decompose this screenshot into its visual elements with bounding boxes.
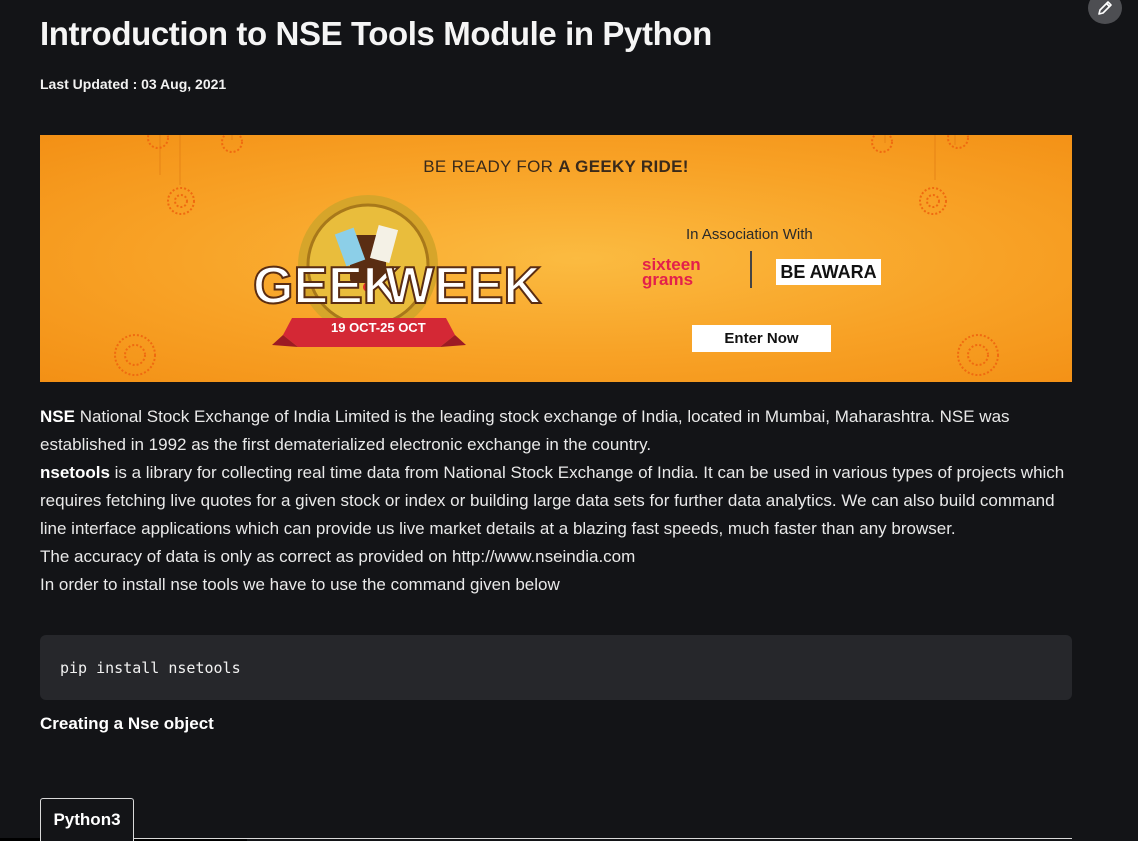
pencil-icon <box>1098 1 1112 15</box>
tab-bar-border <box>134 838 1072 839</box>
nsetools-text: is a library for collecting real time da… <box>40 463 1065 538</box>
paragraph-nse: NSE National Stock Exchange of India Lim… <box>40 403 1080 459</box>
partner-divider <box>750 251 752 288</box>
svg-text:WEEK: WEEK <box>385 257 541 315</box>
paragraph-accuracy: The accuracy of data is only as correct … <box>40 547 636 566</box>
nse-bold: NSE <box>40 407 75 426</box>
svg-text:GEEK: GEEK <box>253 257 401 315</box>
banner-headline: BE READY FOR A GEEKY RIDE! <box>40 157 1072 177</box>
install-code-block[interactable]: pip install nsetools <box>40 635 1072 700</box>
edit-button[interactable] <box>1088 0 1122 24</box>
page-title: Introduction to NSE Tools Module in Pyth… <box>40 15 712 52</box>
section-subheading: Creating a Nse object <box>40 714 214 733</box>
banner-headline-bold: A GEEKY RIDE! <box>558 157 689 176</box>
paragraph-install: In order to install nse tools we have to… <box>40 575 560 594</box>
article-body: NSE National Stock Exchange of India Lim… <box>40 403 1080 599</box>
paragraph-nsetools: nsetools is a library for collecting rea… <box>40 459 1080 543</box>
enter-now-button[interactable]: Enter Now <box>692 325 831 352</box>
be-awara-logo: BE AWARA <box>776 259 881 285</box>
sixteen-grams-logo: sixteen grams <box>642 256 701 289</box>
last-updated: Last Updated : 03 Aug, 2021 <box>40 76 227 92</box>
banner-headline-pre: BE READY FOR <box>423 157 559 176</box>
association-label: In Association With <box>686 226 813 243</box>
geek-week-dates: 19 OCT-25 OCT <box>331 320 426 335</box>
geek-week-banner[interactable]: GEEK WEEK BE READY FOR A GEEKY RIDE! In … <box>40 135 1072 382</box>
sixteen-grams-line2: grams <box>642 270 694 289</box>
nse-text: National Stock Exchange of India Limited… <box>40 407 1010 454</box>
install-command: pip install nsetools <box>60 659 241 677</box>
tab-python3[interactable]: Python3 <box>40 798 134 841</box>
nsetools-bold: nsetools <box>40 463 110 482</box>
